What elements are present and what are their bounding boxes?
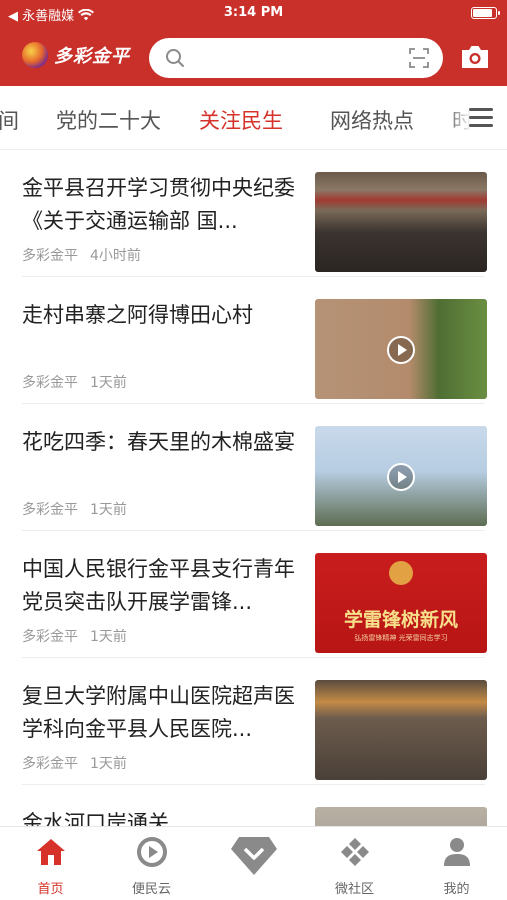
news-source: 多彩金平 — [22, 629, 78, 645]
app-screen: ◀ 永善融媒 3:14 PM 多彩金平 间 党的二十大 关注民生 网络热点 金平… — [0, 0, 507, 900]
nav-center[interactable] — [203, 827, 304, 900]
news-meta: 多彩金平 1天前 — [22, 626, 127, 646]
news-thumbnail[interactable] — [315, 172, 487, 272]
nav-community[interactable]: 微社区 — [304, 827, 405, 900]
news-meta: 多彩金平 1天前 — [22, 372, 127, 392]
news-thumbnail[interactable] — [315, 426, 487, 526]
news-item[interactable]: 中国人民银行金平县支行青年党员突击队开展学雷锋... 多彩金平 1天前 学雷锋树新… — [0, 531, 507, 658]
tab-20th-party-congress[interactable]: 党的二十大 — [56, 105, 161, 135]
nav-profile[interactable]: 我的 — [406, 827, 507, 900]
news-time: 1天前 — [90, 502, 127, 518]
tab-livelihood[interactable]: 关注民生 — [199, 105, 283, 135]
news-thumbnail[interactable] — [315, 299, 487, 399]
news-item[interactable]: 金水河口岸通关 — [0, 785, 507, 826]
news-meta: 多彩金平 4小时前 — [22, 245, 141, 265]
news-time: 1天前 — [90, 756, 127, 772]
news-meta: 多彩金平 1天前 — [22, 753, 127, 773]
home-icon — [37, 839, 65, 865]
poster-subtitle: 弘扬雷锋精神 光荣雷同志学习 — [354, 634, 448, 642]
news-item[interactable]: 金平县召开学习贯彻中央纪委《关于交通运输部 国... 多彩金平 4小时前 — [0, 150, 507, 277]
nav-home[interactable]: 首页 — [0, 827, 101, 900]
news-source: 多彩金平 — [22, 502, 78, 518]
nav-services[interactable]: 便民云 — [101, 827, 202, 900]
status-time: 3:14 PM — [223, 5, 284, 20]
news-title[interactable]: 花吃四季：春天里的木棉盛宴 — [22, 426, 304, 459]
community-icon — [341, 838, 369, 866]
poster-title: 学雷锋树新风 — [343, 609, 458, 631]
poster-emblem — [389, 561, 413, 585]
news-title[interactable]: 走村串寨之阿得博田心村 — [22, 299, 304, 332]
news-source: 多彩金平 — [22, 756, 78, 772]
nav-label: 我的 — [443, 882, 470, 897]
nav-label: 微社区 — [334, 882, 374, 897]
battery-icon — [471, 7, 500, 19]
menu-icon[interactable] — [469, 108, 493, 128]
play-icon[interactable] — [387, 336, 415, 364]
news-thumbnail[interactable]: 学雷锋树新风 弘扬雷锋精神 光荣雷同志学习 — [315, 553, 487, 653]
camera-icon[interactable] — [459, 43, 491, 71]
search-icon — [166, 49, 184, 67]
news-item[interactable]: 复旦大学附属中山医院超声医学科向金平县人民医院... 多彩金平 1天前 — [0, 658, 507, 785]
app-logo[interactable]: 多彩金平 — [22, 42, 130, 68]
nav-label: 便民云 — [131, 882, 171, 897]
news-time: 4小时前 — [90, 248, 141, 264]
news-item[interactable]: 花吃四季：春天里的木棉盛宴 多彩金平 1天前 — [0, 404, 507, 531]
news-title[interactable]: 金水河口岸通关 — [22, 807, 304, 826]
center-diamond-icon — [231, 837, 277, 875]
news-list: 金平县召开学习贯彻中央纪委《关于交通运输部 国... 多彩金平 4小时前 走村串寨… — [0, 150, 507, 826]
nav-label: 首页 — [37, 882, 64, 897]
news-title[interactable]: 金平县召开学习贯彻中央纪委《关于交通运输部 国... — [22, 172, 304, 238]
news-title[interactable]: 中国人民银行金平县支行青年党员突击队开展学雷锋... — [22, 553, 304, 619]
status-bar: ◀ 永善融媒 3:14 PM — [0, 0, 507, 26]
category-tabs: 间 党的二十大 关注民生 网络热点 时 — [0, 86, 507, 150]
news-time: 1天前 — [90, 629, 127, 645]
tab-hot-topics[interactable]: 网络热点 — [330, 105, 414, 135]
news-time: 1天前 — [90, 375, 127, 391]
news-thumbnail[interactable] — [315, 807, 487, 826]
news-title[interactable]: 复旦大学附属中山医院超声医学科向金平县人民医院... — [22, 680, 304, 746]
news-thumbnail[interactable] — [315, 680, 487, 780]
cloud-service-icon — [137, 837, 167, 867]
tab-partial-left[interactable]: 间 — [0, 105, 19, 135]
scan-icon[interactable] — [409, 48, 429, 68]
news-item[interactable]: 走村串寨之阿得博田心村 多彩金平 1天前 — [0, 277, 507, 404]
profile-icon — [444, 838, 470, 866]
news-source: 多彩金平 — [22, 375, 78, 391]
logo-text: 多彩金平 — [54, 46, 130, 67]
logo-mark-icon — [22, 42, 48, 68]
app-header: ◀ 永善融媒 3:14 PM 多彩金平 — [0, 0, 507, 86]
news-source: 多彩金平 — [22, 248, 78, 264]
bottom-nav: 首页 便民云 微社区 我的 — [0, 826, 507, 900]
play-icon[interactable] — [387, 463, 415, 491]
news-meta: 多彩金平 1天前 — [22, 499, 127, 519]
search-input[interactable] — [149, 38, 443, 78]
